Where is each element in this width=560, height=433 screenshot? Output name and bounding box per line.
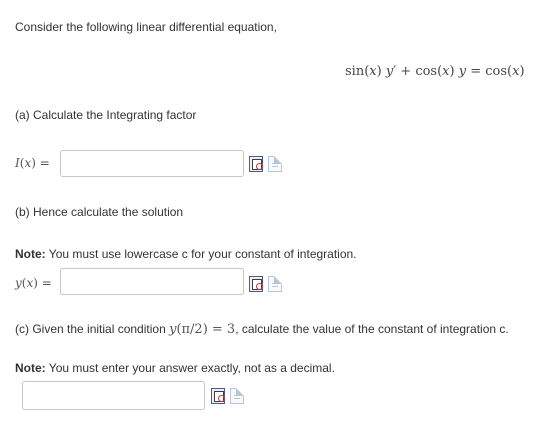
integrating-factor-input[interactable] — [60, 150, 244, 177]
help-icon[interactable] — [268, 276, 282, 292]
part-c-question: (c) Given the initial condition y(π/2) =… — [15, 322, 509, 337]
label-fn: y — [15, 276, 22, 290]
eq-part: sin( — [345, 64, 370, 79]
help-icon[interactable] — [268, 156, 282, 172]
part-b-question: (b) Hence calculate the solution — [15, 205, 184, 219]
eq-var: y — [458, 64, 467, 79]
note-text: You must use lowercase c for your consta… — [45, 247, 357, 261]
note-label: Note: — [15, 361, 46, 375]
preview-icon[interactable] — [211, 388, 225, 404]
differential-equation: sin(x) y′ + cos(x) y = cos(x) — [345, 64, 525, 79]
note-text: You must enter your answer exactly, not … — [45, 361, 335, 375]
intro-text: Consider the following linear differenti… — [15, 20, 277, 34]
preview-icon[interactable] — [249, 276, 263, 292]
label-close: ) = — [31, 156, 50, 170]
question-start: (c) Given the initial condition — [15, 322, 170, 336]
preview-icon[interactable] — [249, 156, 263, 172]
initial-condition: y(π/2) = 3 — [169, 322, 235, 337]
eq-var: x — [369, 64, 377, 79]
constant-input[interactable] — [22, 381, 205, 410]
eq-part: ) — [519, 64, 525, 79]
part-b-label: y(x) = — [15, 276, 52, 290]
help-icon[interactable] — [230, 388, 244, 404]
part-a-label: I(x) = — [15, 156, 50, 170]
part-b-note: Note: You must use lowercase c for your … — [15, 247, 357, 261]
eq-part: + cos( — [396, 64, 443, 79]
label-close: ) = — [33, 276, 52, 290]
part-a-question: (a) Calculate the Integrating factor — [15, 108, 197, 122]
eq-var: x — [442, 64, 450, 79]
question-end: , calculate the value of the constant of… — [235, 322, 509, 336]
part-c-note: Note: You must enter your answer exactly… — [15, 361, 335, 375]
solution-input[interactable] — [60, 268, 244, 295]
note-label: Note: — [15, 247, 46, 261]
eq-part: ) — [449, 64, 455, 79]
eq-part: = cos( — [466, 64, 513, 79]
eq-part: ) — [376, 64, 382, 79]
cond-mid: (π/2) = 3 — [176, 322, 236, 337]
